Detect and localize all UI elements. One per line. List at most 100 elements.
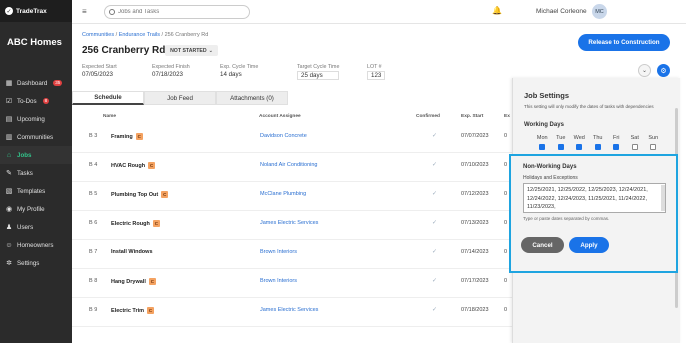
day-checkbox[interactable]	[576, 144, 583, 150]
task-name[interactable]: HVAC Rough	[111, 163, 145, 169]
sidebar-item-communities[interactable]: ▥ Communities	[0, 128, 72, 146]
sidebar-item-dashboard[interactable]: ▦ Dashboard 35	[0, 74, 72, 92]
day-label: Tue	[556, 135, 566, 141]
target-cycle-time-field[interactable]: 25 days	[297, 71, 340, 80]
day-checkbox[interactable]	[539, 144, 546, 150]
notification-bell-icon[interactable]: 🔔	[492, 6, 502, 15]
meta-lot-number: LOT # 123	[367, 64, 386, 80]
day-checkbox[interactable]	[650, 144, 657, 150]
sidebar-item-my-profile[interactable]: ◉ My Profile	[0, 200, 72, 218]
table-row[interactable]: B 8 Hang Drywall C Brown Interiors ✓ 07/17/20…	[72, 269, 512, 298]
breadcrumb-communities-link[interactable]: Communities	[82, 32, 114, 38]
day-checkbox[interactable]	[594, 144, 601, 150]
day-tue: Tue	[552, 135, 571, 150]
textarea-scrollbar[interactable]	[661, 185, 665, 211]
sidebar-item-label: To-Dos	[17, 97, 37, 105]
day-sun: Sun	[644, 135, 663, 150]
meta-value: 14 days	[220, 71, 242, 78]
tab-attachments[interactable]: Attachments (0)	[216, 91, 288, 105]
breadcrumb: Communities / Endurance Trails / 256 Cra…	[82, 32, 209, 38]
sidebar-item-jobs[interactable]: ⌂ Jobs	[0, 146, 72, 164]
task-name[interactable]: Plumbing Top Out	[111, 192, 158, 198]
task-name-cell[interactable]: Hang Drywall C	[111, 278, 156, 285]
sidebar-item-tasks[interactable]: ✎ Tasks	[0, 164, 72, 182]
column-header-name[interactable]: Name	[103, 114, 116, 119]
tab-schedule[interactable]: Schedule	[72, 91, 144, 105]
critical-badge: C	[147, 307, 155, 314]
table-row[interactable]: B 3 Framing C Davidson Concrete ✓ 07/07/2023 0	[72, 124, 512, 153]
table-row[interactable]: B 5 Plumbing Top Out C McClane Plumbing ✓ 07/…	[72, 182, 512, 211]
column-header-confirmed[interactable]: Confirmed	[416, 114, 440, 119]
community-icon: ▥	[5, 134, 13, 141]
count-badge: 8	[42, 98, 50, 104]
confirmed-check-icon[interactable]: ✓	[432, 132, 437, 139]
column-header-extra[interactable]: Ex	[504, 114, 510, 119]
assignee-link[interactable]: James Electric Services	[260, 220, 318, 226]
app-name: TradeTrax	[16, 7, 47, 15]
gear-icon[interactable]: ⚙	[657, 64, 670, 77]
sidebar-item-homeowners[interactable]: ☺ Homeowners	[0, 236, 72, 254]
settings-icon: ✲	[6, 260, 12, 267]
assignee-link[interactable]: Davidson Concrete	[260, 133, 307, 139]
meta-target-cycle-time: Target Cycle Time 25 days	[297, 64, 340, 80]
task-number: B 6	[89, 220, 98, 226]
assignee-link[interactable]: James Electric Services	[260, 307, 318, 313]
assignee-link[interactable]: Brown Interiors	[260, 249, 297, 255]
working-days-checkboxes: Mon Tue Wed Thu Fri Sat Sun	[533, 135, 663, 150]
sidebar-item-templates[interactable]: ▧ Templates	[0, 182, 72, 200]
tab-job-feed[interactable]: Job Feed	[144, 91, 216, 105]
confirmed-check-icon[interactable]: ✓	[432, 277, 437, 284]
day-checkbox[interactable]	[613, 144, 620, 150]
sidebar-nav: ▦ Dashboard 35 ☑ To-Dos 8 ▤ Upcoming ▥ Communitie…	[0, 74, 72, 272]
assignee-link[interactable]: Noland Air Conditioning	[260, 162, 317, 168]
day-checkbox[interactable]	[557, 144, 564, 150]
day-checkbox[interactable]	[631, 144, 638, 150]
extra-column-value: 0	[504, 249, 508, 255]
table-row[interactable]: B 4 HVAC Rough C Noland Air Conditioning ✓ 07…	[72, 153, 512, 182]
table-row[interactable]: B 7 Install Windows Brown Interiors ✓ 07/14/…	[72, 240, 512, 269]
task-name-cell[interactable]: Framing C	[111, 133, 143, 140]
apply-button[interactable]: Apply	[569, 237, 609, 253]
task-name-cell[interactable]: Electric Trim C	[111, 307, 155, 314]
lot-number-field[interactable]: 123	[367, 71, 386, 80]
task-name[interactable]: Hang Drywall	[111, 279, 146, 285]
assignee-link[interactable]: Brown Interiors	[260, 278, 297, 284]
sidebar-item-upcoming[interactable]: ▤ Upcoming	[0, 110, 72, 128]
task-name-cell[interactable]: Install Windows	[111, 249, 153, 255]
column-header-assignee[interactable]: Account Assignee	[259, 114, 301, 119]
column-header-exp-start[interactable]: Exp. Start	[461, 114, 483, 119]
dashboard-icon: ▦	[5, 80, 13, 87]
task-name[interactable]: Framing	[111, 134, 133, 140]
confirmed-check-icon[interactable]: ✓	[432, 248, 437, 255]
table-row[interactable]: B 9 Electric Trim C James Electric Services…	[72, 298, 512, 327]
search-input[interactable]	[118, 8, 238, 15]
app-logo[interactable]: ✓ TradeTrax	[0, 0, 72, 22]
task-name-cell[interactable]: Electric Rough C	[111, 220, 160, 227]
sidebar-item-to-dos[interactable]: ☑ To-Dos 8	[0, 92, 72, 110]
avatar[interactable]: MC	[592, 4, 607, 19]
release-to-construction-button[interactable]: Release to Construction	[578, 34, 670, 51]
task-name[interactable]: Electric Rough	[111, 221, 150, 227]
assignee-link[interactable]: McClane Plumbing	[260, 191, 306, 197]
search-box[interactable]	[104, 4, 250, 19]
confirmed-check-icon[interactable]: ✓	[432, 219, 437, 226]
breadcrumb-community-link[interactable]: Endurance Trails	[119, 32, 160, 38]
user-name[interactable]: Michael Corleone	[536, 8, 587, 15]
hamburger-menu-icon[interactable]: ≡	[82, 7, 90, 16]
confirmed-check-icon[interactable]: ✓	[432, 306, 437, 313]
sidebar-item-users[interactable]: ♟ Users	[0, 218, 72, 236]
table-row[interactable]: B 6 Electric Rough C James Electric Service…	[72, 211, 512, 240]
sidebar-item-label: Upcoming	[17, 115, 45, 123]
confirmed-check-icon[interactable]: ✓	[432, 161, 437, 168]
task-name[interactable]: Electric Trim	[111, 308, 144, 314]
status-dropdown[interactable]: NOT STARTED ⌄	[165, 45, 218, 56]
collapse-chevron-icon[interactable]: ⌄	[638, 64, 651, 77]
cancel-button[interactable]: Cancel	[521, 237, 564, 253]
holidays-textarea[interactable]: 12/25/2021, 12/25/2022, 12/25/2023, 12/2…	[523, 183, 666, 213]
task-name-cell[interactable]: HVAC Rough C	[111, 162, 156, 169]
day-label: Fri	[613, 135, 620, 141]
confirmed-check-icon[interactable]: ✓	[432, 190, 437, 197]
sidebar-item-settings[interactable]: ✲ Settings	[0, 254, 72, 272]
task-name-cell[interactable]: Plumbing Top Out C	[111, 191, 169, 198]
task-name[interactable]: Install Windows	[111, 249, 153, 255]
